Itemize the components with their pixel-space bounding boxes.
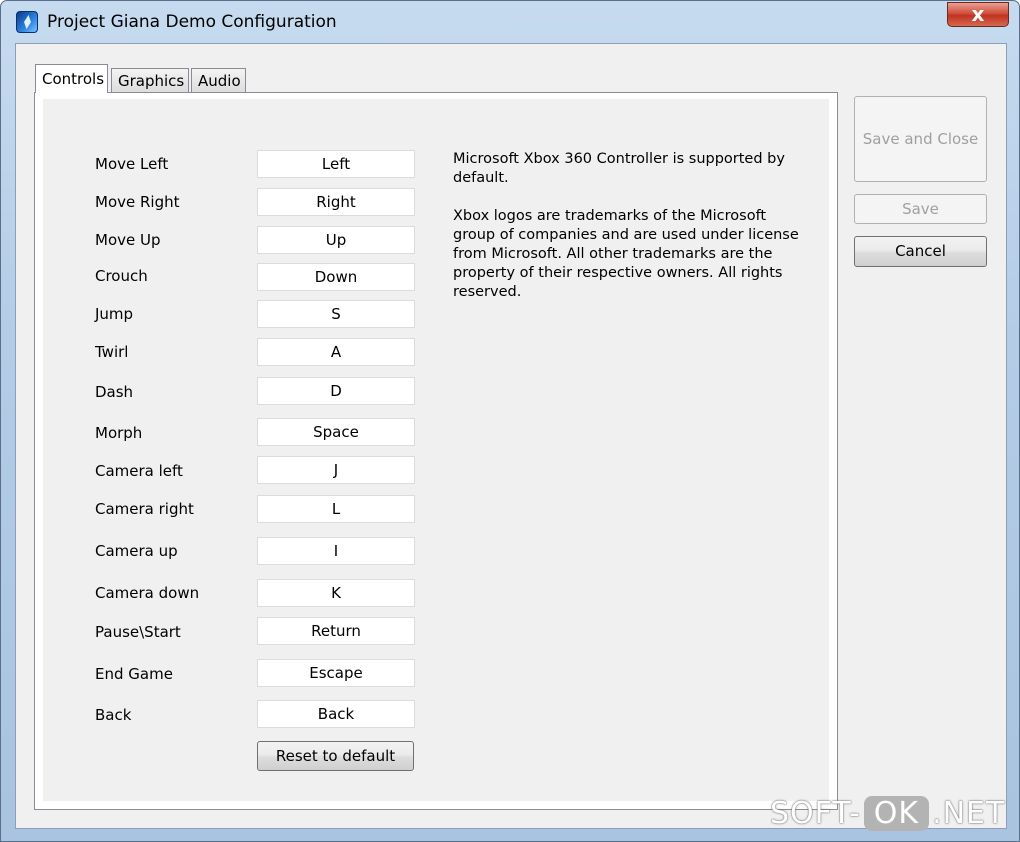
action-label-move-right: Move Right — [95, 193, 180, 211]
action-label-move-left: Move Left — [95, 155, 169, 173]
action-label-move-up: Move Up — [95, 231, 161, 249]
key-binding-pause-start[interactable]: Return — [257, 617, 415, 645]
title-bar[interactable]: Project Giana Demo Configuration x — [1, 1, 1019, 43]
tab-label: Controls — [42, 70, 105, 88]
window-title: Project Giana Demo Configuration — [47, 12, 337, 32]
tab-graphics[interactable]: Graphics — [111, 68, 189, 93]
action-label-crouch: Crouch — [95, 267, 148, 285]
action-label-end-game: End Game — [95, 665, 173, 683]
key-binding-morph[interactable]: Space — [257, 418, 415, 446]
action-label-morph: Morph — [95, 424, 143, 442]
key-binding-crouch[interactable]: Down — [257, 263, 415, 291]
action-label-camera-left: Camera left — [95, 462, 183, 480]
watermark-suffix: .NET — [932, 796, 1006, 831]
action-label-jump: Jump — [95, 305, 134, 323]
watermark: SOFT- OK .NET — [770, 796, 1005, 840]
save-button[interactable]: Save — [854, 194, 987, 224]
action-label-back: Back — [95, 706, 132, 724]
app-window: Project Giana Demo Configuration x Contr… — [0, 0, 1020, 842]
controls-panel-body: Move Left Left Move Right Right Move Up … — [43, 99, 829, 801]
cancel-button[interactable]: Cancel — [854, 236, 987, 267]
key-binding-camera-up[interactable]: I — [257, 537, 415, 565]
key-binding-move-right[interactable]: Right — [257, 188, 415, 216]
trademark-notice-text: Xbox logos are trademarks of the Microso… — [453, 208, 799, 300]
action-label-pause-start: Pause\Start — [95, 623, 181, 641]
key-binding-twirl[interactable]: A — [257, 338, 415, 366]
action-label-twirl: Twirl — [95, 343, 129, 361]
close-button[interactable]: x — [947, 2, 1009, 27]
dialog-client: Controls Graphics Audio Move Left Left M… — [15, 43, 1007, 829]
key-binding-camera-left[interactable]: J — [257, 456, 415, 484]
key-binding-end-game[interactable]: Escape — [257, 659, 415, 687]
controls-panel: Move Left Left Move Right Right Move Up … — [34, 92, 838, 810]
app-gem-icon — [16, 11, 38, 33]
controller-support-text: Microsoft Xbox 360 Controller is support… — [453, 151, 785, 186]
key-binding-dash[interactable]: D — [257, 377, 415, 405]
action-label-camera-right: Camera right — [95, 500, 194, 518]
action-label-dash: Dash — [95, 383, 134, 401]
action-label-camera-up: Camera up — [95, 542, 178, 560]
reset-to-default-button[interactable]: Reset to default — [257, 741, 414, 771]
watermark-prefix: SOFT- — [770, 796, 861, 831]
tab-label: Graphics — [118, 72, 185, 90]
close-icon: x — [971, 2, 985, 26]
save-and-close-button[interactable]: Save and Close — [854, 96, 987, 182]
key-binding-back[interactable]: Back — [257, 700, 415, 728]
key-binding-camera-down[interactable]: K — [257, 579, 415, 607]
key-binding-jump[interactable]: S — [257, 300, 415, 328]
tab-audio[interactable]: Audio — [191, 68, 246, 93]
key-binding-camera-right[interactable]: L — [257, 495, 415, 523]
watermark-badge: OK — [863, 796, 930, 831]
action-label-camera-down: Camera down — [95, 584, 200, 602]
tab-label: Audio — [198, 72, 241, 90]
tab-controls[interactable]: Controls — [35, 64, 108, 93]
key-binding-move-left[interactable]: Left — [257, 150, 415, 178]
key-binding-move-up[interactable]: Up — [257, 226, 415, 254]
